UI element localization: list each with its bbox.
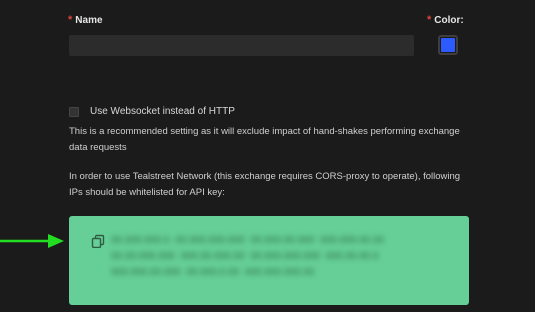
name-label: * Name <box>68 14 103 26</box>
arrow-right-icon <box>0 234 64 248</box>
name-label-text: Name <box>75 15 103 26</box>
color-label-text: Color: <box>434 15 464 26</box>
network-notice: In order to use Tealstreet Network (this… <box>69 171 461 198</box>
color-label: * Color: <box>427 14 464 26</box>
websocket-checkbox-label[interactable]: Use Websocket instead of HTTP <box>90 106 235 117</box>
whitelist-ip-list: 00.000.000.0 00.000.000.000 00.000.00.00… <box>111 235 385 278</box>
websocket-checkbox[interactable] <box>69 107 79 117</box>
color-picker-swatch[interactable] <box>438 35 458 55</box>
copy-icon[interactable] <box>91 234 105 248</box>
whitelist-ip-box: 00.000.000.0 00.000.000.000 00.000.00.00… <box>69 216 469 305</box>
name-input[interactable] <box>69 35 414 56</box>
websocket-description: This is a recommended setting as it will… <box>69 126 460 153</box>
color-swatch-fill <box>441 38 455 52</box>
required-marker: * <box>68 14 73 26</box>
required-marker: * <box>427 14 432 26</box>
